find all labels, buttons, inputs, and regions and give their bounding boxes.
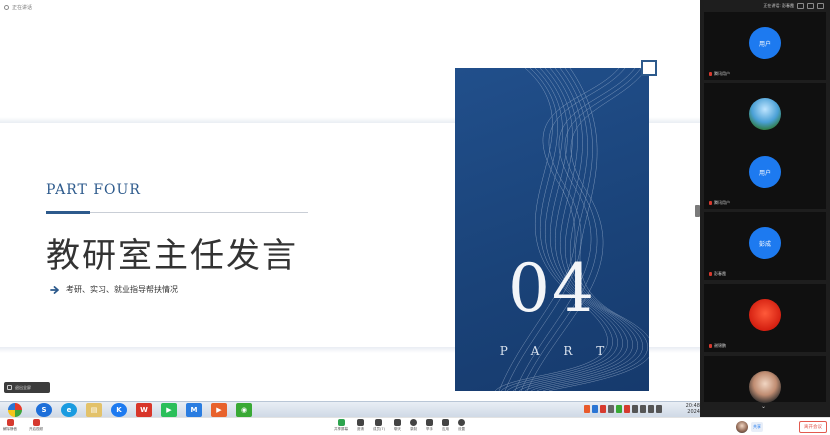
player-app-icon[interactable]: ▶: [161, 403, 177, 417]
slide-title: 教研室主任发言: [46, 236, 298, 276]
toolbar-left: 解除静音 开启视频: [3, 419, 43, 432]
settings-button[interactable]: 设置: [457, 419, 465, 432]
participant-tile[interactable]: [704, 356, 826, 403]
wechat-tray-icon[interactable]: [616, 405, 622, 413]
invite-button[interactable]: 邀请: [357, 419, 364, 432]
taskbar-apps: S e ▤ K W ▶ M ▶ ◉: [36, 403, 252, 417]
toolbar-center: 共享屏幕 邀请 成员(7) 聊天 录制 举手 应用 设置: [334, 419, 465, 432]
battery-tray-icon[interactable]: [656, 405, 662, 413]
leave-meeting-button[interactable]: 离开会议: [799, 421, 827, 433]
list-view-button[interactable]: [807, 2, 814, 9]
volume-tray-icon[interactable]: [648, 405, 654, 413]
settings-icon: [457, 419, 465, 426]
share-status-button[interactable]: 共享: [751, 422, 763, 432]
exit-fullscreen-button[interactable]: 退出全屏: [4, 382, 50, 393]
sogou-tray-icon[interactable]: [584, 405, 590, 413]
exit-fullscreen-label: 退出全屏: [15, 384, 31, 390]
clock-date: 2024: [687, 409, 700, 415]
bullet-text: 考研、实习、就业指导帮扶情况: [66, 285, 178, 294]
invite-icon: [357, 419, 364, 426]
muted-mic-icon: [709, 72, 712, 76]
avatar: 用户: [749, 27, 781, 59]
raise-hand-button[interactable]: 举手: [425, 419, 433, 432]
unmute-label: 解除静音: [3, 427, 17, 431]
sidebar-header: 正在讲话: 彭春霞: [700, 0, 830, 11]
chat-button[interactable]: 聊天: [393, 419, 401, 432]
signal-tray-icon[interactable]: [640, 405, 646, 413]
share-screen-button[interactable]: 共享屏幕: [334, 419, 348, 432]
warning-tray-icon[interactable]: [600, 405, 606, 413]
browser-app-icon[interactable]: e: [61, 403, 77, 417]
hand-icon: [425, 419, 433, 426]
arrow-right-icon: [50, 285, 59, 294]
app-tray-icon[interactable]: [624, 405, 630, 413]
wave-lines-decoration: [494, 68, 649, 391]
system-tray: [584, 405, 662, 413]
divider-accent: [46, 211, 90, 214]
meeting-app-icon[interactable]: M: [186, 403, 202, 417]
record-icon: [409, 419, 417, 426]
help-tray-icon[interactable]: [592, 405, 598, 413]
folder-app-icon[interactable]: ▤: [86, 403, 102, 417]
video-app-icon[interactable]: ▶: [211, 403, 227, 417]
avatar: 用户: [749, 156, 781, 188]
grid-view-button[interactable]: [797, 2, 804, 9]
participant-name: 彭春霞: [709, 271, 726, 277]
mic-icon: [4, 5, 9, 10]
participant-tile[interactable]: 彭成 彭春霞: [704, 212, 826, 280]
avatar: [749, 371, 781, 403]
meeting-toolbar: 解除静音 开启视频 共享屏幕 邀请 成员(7) 聊天 录制 举手 应用 设置 共…: [0, 417, 830, 435]
section-number: 04: [508, 250, 596, 327]
participants-sidebar: 正在讲话: 彭春霞 用户 腾讯用户 何晓飞老师 用户 腾讯用户 彭成 彭春霞 谢…: [700, 0, 830, 417]
chevron-down-icon[interactable]: ⌄: [761, 403, 766, 410]
unmute-button[interactable]: 解除静音: [3, 419, 17, 432]
record-button[interactable]: 录制: [409, 419, 417, 432]
muted-mic-icon: [709, 272, 712, 276]
corner-square-decoration: [641, 60, 657, 76]
participant-name: 腾讯用户: [709, 71, 730, 77]
speaking-status: 正在讲话: 彭春霞: [763, 2, 794, 8]
avatar: 彭成: [749, 227, 781, 259]
mic-icon: [6, 419, 14, 426]
camera-icon: [32, 419, 40, 426]
clock[interactable]: 20:48 2024: [684, 403, 700, 415]
window-icon: [7, 385, 12, 390]
bullet-item: 考研、实习、就业指导帮扶情况: [50, 284, 178, 295]
part-label: PART FOUR: [46, 182, 141, 198]
wechat-app-icon[interactable]: ◉: [236, 403, 252, 417]
share-screen-icon: [337, 419, 345, 426]
meeting-window: 正在讲话 PART FOUR 教研室主任发言 考研、实习、就业指导帮扶情况 04…: [0, 0, 830, 435]
start-video-button[interactable]: 开启视频: [29, 419, 43, 432]
participant-name: 谢锦鹏: [709, 343, 726, 349]
muted-mic-icon: [709, 344, 712, 348]
apps-button[interactable]: 应用: [441, 419, 449, 432]
participant-tile[interactable]: 谢锦鹏: [704, 284, 826, 352]
self-avatar[interactable]: [736, 421, 748, 433]
participant-name: 腾讯用户: [709, 200, 730, 206]
speaker-tag-text: 正在讲话: [12, 5, 33, 11]
members-icon: [375, 419, 383, 426]
section-card: 04 PART: [455, 68, 649, 391]
avatar: [749, 299, 781, 331]
popout-button[interactable]: [817, 2, 824, 9]
k-app-icon[interactable]: K: [111, 403, 127, 417]
speaker-indicator: 正在讲话: [4, 3, 32, 12]
members-button[interactable]: 成员(7): [373, 419, 385, 432]
apps-icon: [441, 419, 449, 426]
participant-tile[interactable]: 用户 腾讯用户: [704, 12, 826, 80]
sogou-app-icon[interactable]: S: [36, 403, 52, 417]
windows-taskbar: S e ▤ K W ▶ M ▶ ◉ 20:48 2024: [0, 401, 700, 417]
network-tray-icon[interactable]: [608, 405, 614, 413]
avatar: [749, 98, 781, 130]
muted-mic-icon: [709, 201, 712, 205]
participant-tile[interactable]: 用户 腾讯用户: [704, 141, 826, 209]
chat-icon: [393, 419, 401, 426]
card-part-label: PART: [499, 344, 629, 358]
wps-app-icon[interactable]: W: [136, 403, 152, 417]
flag-tray-icon[interactable]: [632, 405, 638, 413]
start-video-label: 开启视频: [29, 427, 43, 431]
shared-slide: 正在讲话 PART FOUR 教研室主任发言 考研、实习、就业指导帮扶情况 04…: [0, 0, 700, 401]
start-button-icon[interactable]: [8, 403, 22, 417]
